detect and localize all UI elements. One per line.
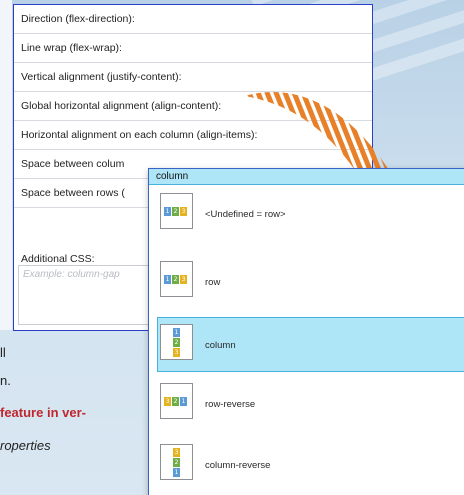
option-label: row-reverse — [205, 399, 256, 410]
field-label: Vertical alignment (justify-content): — [21, 71, 182, 83]
flex-item-cell: 1 — [173, 468, 180, 477]
additional-css-placeholder: Example: column-gap — [23, 269, 120, 280]
flex-item-cell: 2 — [173, 458, 180, 467]
background-text: roperties — [0, 438, 51, 453]
field-label: Space between rows ( — [21, 187, 125, 199]
flex-item-cell: 1 — [164, 207, 171, 216]
background-highlight-text: feature in ver- — [0, 405, 86, 420]
flex-item-cell: 2 — [172, 207, 179, 216]
align-items-field[interactable]: Horizontal alignment on each column (ali… — [14, 121, 372, 150]
align-content-field[interactable]: Global horizontal alignment (align-conte… — [14, 92, 372, 121]
flex-row-icon: 123 — [160, 261, 193, 297]
field-label: Horizontal alignment on each column (ali… — [21, 129, 258, 141]
background-card — [0, 0, 12, 330]
option-row-reverse[interactable]: 321 row-reverse — [157, 376, 464, 431]
option-column[interactable]: 123 column — [157, 317, 464, 372]
option-column-reverse[interactable]: 321 column-reverse — [157, 437, 464, 492]
additional-css-label: Additional CSS: — [21, 253, 95, 265]
flex-item-cell: 3 — [164, 397, 171, 406]
background-text: n. — [0, 373, 11, 388]
flex-item-cell: 3 — [180, 207, 187, 216]
option-label: column-reverse — [205, 460, 271, 471]
flex-item-cell: 1 — [173, 328, 180, 337]
flex-direction-dropdown[interactable]: column 123 <Undefined = row> 123 row 123… — [148, 168, 464, 495]
flex-direction-field[interactable]: Direction (flex-direction): — [14, 5, 372, 34]
flex-column-icon: 123 — [160, 324, 193, 360]
dropdown-current-value[interactable]: column — [149, 169, 464, 185]
option-label: <Undefined = row> — [205, 209, 286, 220]
option-row[interactable]: 123 row — [157, 254, 464, 309]
option-label: row — [205, 277, 221, 288]
field-label: Line wrap (flex-wrap): — [21, 42, 122, 54]
background-text: ll — [0, 345, 6, 360]
flex-item-cell: 3 — [180, 275, 187, 284]
flex-column-reverse-icon: 321 — [160, 444, 193, 480]
flex-item-cell: 1 — [164, 275, 171, 284]
flex-item-cell: 3 — [173, 448, 180, 457]
justify-content-field[interactable]: Vertical alignment (justify-content): — [14, 63, 372, 92]
field-label: Global horizontal alignment (align-conte… — [21, 100, 222, 112]
flex-item-cell: 2 — [173, 338, 180, 347]
flex-row-reverse-icon: 321 — [160, 383, 193, 419]
flex-item-cell: 2 — [172, 275, 179, 284]
flex-item-cell: 2 — [172, 397, 179, 406]
option-label: column — [205, 340, 236, 351]
flex-item-cell: 3 — [173, 348, 180, 357]
flex-row-icon: 123 — [160, 193, 193, 229]
flex-item-cell: 1 — [180, 397, 187, 406]
field-label: Space between colum — [21, 158, 125, 170]
option-undefined-row[interactable]: 123 <Undefined = row> — [157, 186, 464, 241]
field-label: Direction (flex-direction): — [21, 13, 135, 25]
flex-wrap-field[interactable]: Line wrap (flex-wrap): — [14, 34, 372, 63]
